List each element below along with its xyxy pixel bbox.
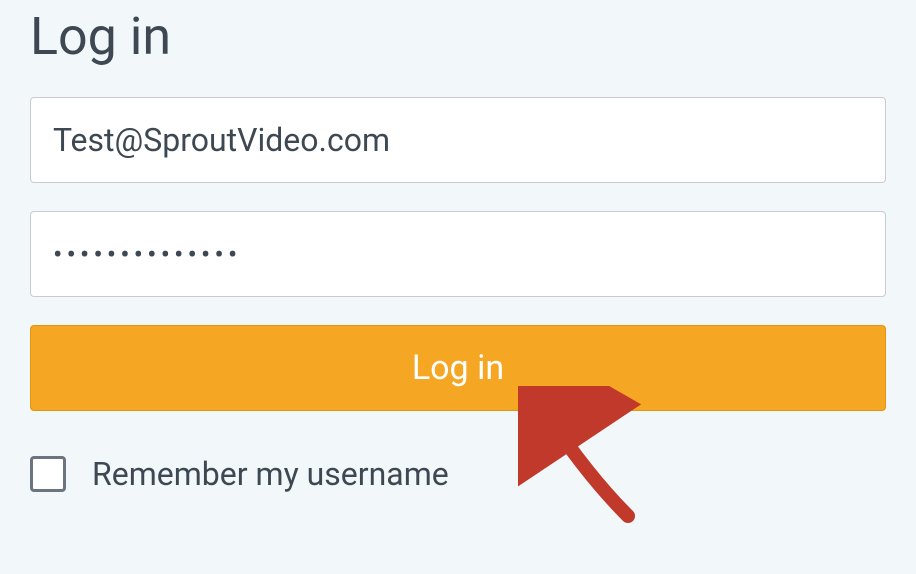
remember-checkbox[interactable] <box>30 456 66 492</box>
email-field[interactable] <box>30 97 886 183</box>
remember-label[interactable]: Remember my username <box>92 455 449 493</box>
page-title: Log in <box>30 0 886 67</box>
password-field[interactable] <box>30 211 886 297</box>
login-button[interactable]: Log in <box>30 325 886 411</box>
remember-row: Remember my username <box>30 455 886 493</box>
